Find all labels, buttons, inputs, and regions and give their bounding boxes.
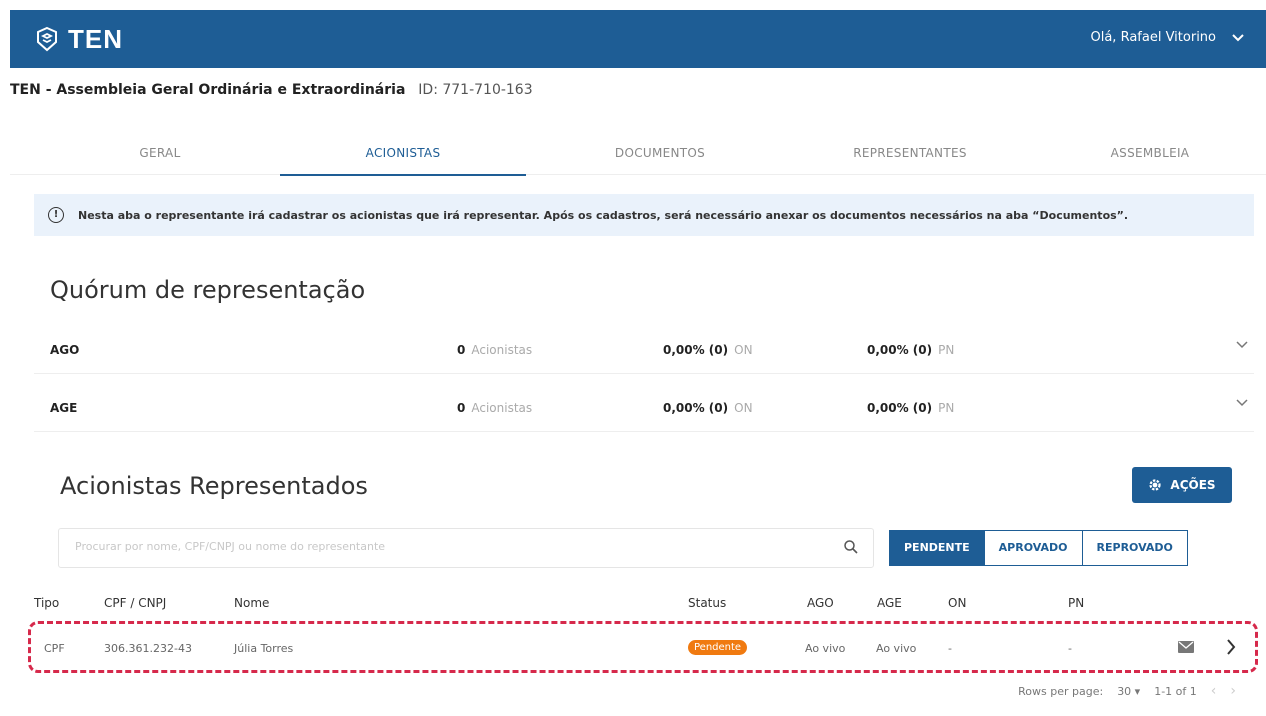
gear-icon — [1149, 479, 1162, 491]
next-page-icon[interactable]: › — [1230, 683, 1236, 699]
info-banner: ! Nesta aba o representante irá cadastra… — [34, 194, 1254, 236]
column-header: CPF / CNPJ — [104, 596, 167, 610]
tab-acionistas[interactable]: ACIONISTAS — [280, 138, 526, 176]
cell-pn: - — [1068, 642, 1072, 655]
column-header: Tipo — [34, 596, 60, 610]
column-header: Status — [688, 596, 727, 610]
event-id: ID: 771-710-163 — [418, 82, 533, 98]
cell-nome: Júlia Torres — [234, 642, 294, 655]
event-title: TEN - Assembleia Geral Ordinária e Extra… — [10, 82, 406, 98]
prev-page-icon[interactable]: ‹ — [1211, 683, 1217, 699]
column-header: PN — [1068, 596, 1085, 610]
rows-per-page-select[interactable]: 30 ▾ — [1117, 685, 1140, 698]
column-header: AGE — [877, 596, 902, 610]
quorum-title: Quórum de representação — [50, 276, 366, 304]
represented-title: Acionistas Representados — [60, 472, 368, 500]
column-header: AGO — [807, 596, 834, 610]
logo: TEN — [34, 24, 123, 54]
info-icon: ! — [48, 207, 64, 223]
status-filter-group: PENDENTE APROVADO REPROVADO — [889, 530, 1188, 566]
tab-documentos[interactable]: DOCUMENTOS — [570, 138, 750, 174]
actions-label: AÇÕES — [1170, 478, 1216, 492]
pagination: Rows per page: 30 ▾ 1-1 of 1 ‹ › — [1018, 683, 1236, 699]
tab-bar: GERAL ACIONISTAS DOCUMENTOS REPRESENTANT… — [10, 138, 1266, 176]
search-icon[interactable] — [843, 539, 859, 555]
cell-age: Ao vivo — [876, 642, 917, 655]
column-header: Nome — [234, 596, 270, 610]
quorum-count: 0 Acionistas — [457, 401, 533, 415]
quorum-pn: 0,00% (0) PN — [867, 343, 955, 357]
tab-geral[interactable]: GERAL — [70, 138, 250, 174]
page-title: TEN - Assembleia Geral Ordinária e Extra… — [10, 82, 533, 98]
quorum-on: 0,00% (0) ON — [663, 343, 753, 357]
chevron-down-icon[interactable] — [1232, 33, 1244, 42]
tab-assembleia[interactable]: ASSEMBLEIA — [1060, 138, 1240, 174]
cell-ago: Ao vivo — [805, 642, 846, 655]
quorum-row-ago[interactable]: AGO 0 Acionistas 0,00% (0) ON 0,00% (0) PN — [34, 327, 1254, 374]
search-input[interactable] — [73, 539, 777, 554]
rows-per-page-label: Rows per page: — [1018, 684, 1104, 698]
quorum-count: 0 Acionistas — [457, 343, 533, 357]
user-menu[interactable]: Olá, Rafael Vitorino — [1091, 30, 1245, 45]
status-badge: Pendente — [688, 640, 748, 655]
quorum-label: AGE — [50, 401, 78, 415]
filter-reprovado[interactable]: REPROVADO — [1082, 530, 1188, 566]
chevron-down-icon[interactable] — [1236, 341, 1248, 349]
quorum-row-age[interactable]: AGE 0 Acionistas 0,00% (0) ON 0,00% (0) PN — [34, 385, 1254, 432]
filter-aprovado[interactable]: APROVADO — [984, 530, 1083, 566]
table-row[interactable]: CPF 306.361.232-43 Júlia Torres Pendente… — [34, 625, 1254, 671]
top-bar: TEN Olá, Rafael Vitorino — [10, 10, 1266, 68]
cell-on: - — [948, 642, 952, 655]
actions-button[interactable]: AÇÕES — [1132, 467, 1232, 503]
cell-tipo: CPF — [44, 642, 65, 655]
filter-pendente[interactable]: PENDENTE — [889, 530, 985, 566]
quorum-pn: 0,00% (0) PN — [867, 401, 955, 415]
quorum-label: AGO — [50, 343, 80, 357]
user-greeting: Olá, Rafael Vitorino — [1090, 30, 1217, 45]
column-header: ON — [948, 596, 967, 610]
logo-text: TEN — [68, 23, 123, 54]
mail-icon[interactable] — [1178, 641, 1194, 653]
tab-representantes[interactable]: REPRESENTANTES — [810, 138, 1010, 174]
chevron-right-icon[interactable] — [1226, 639, 1236, 655]
quorum-on: 0,00% (0) ON — [663, 401, 753, 415]
search-box — [58, 528, 874, 568]
chevron-down-icon[interactable] — [1236, 399, 1248, 407]
logo-mark-icon — [37, 26, 57, 52]
table-header: Tipo CPF / CNPJ Nome Status AGO AGE ON P… — [34, 588, 1254, 618]
info-text: Nesta aba o representante irá cadastrar … — [78, 208, 1129, 222]
cell-cpf: 306.361.232-43 — [104, 642, 192, 655]
page-range: 1-1 of 1 — [1154, 684, 1197, 698]
